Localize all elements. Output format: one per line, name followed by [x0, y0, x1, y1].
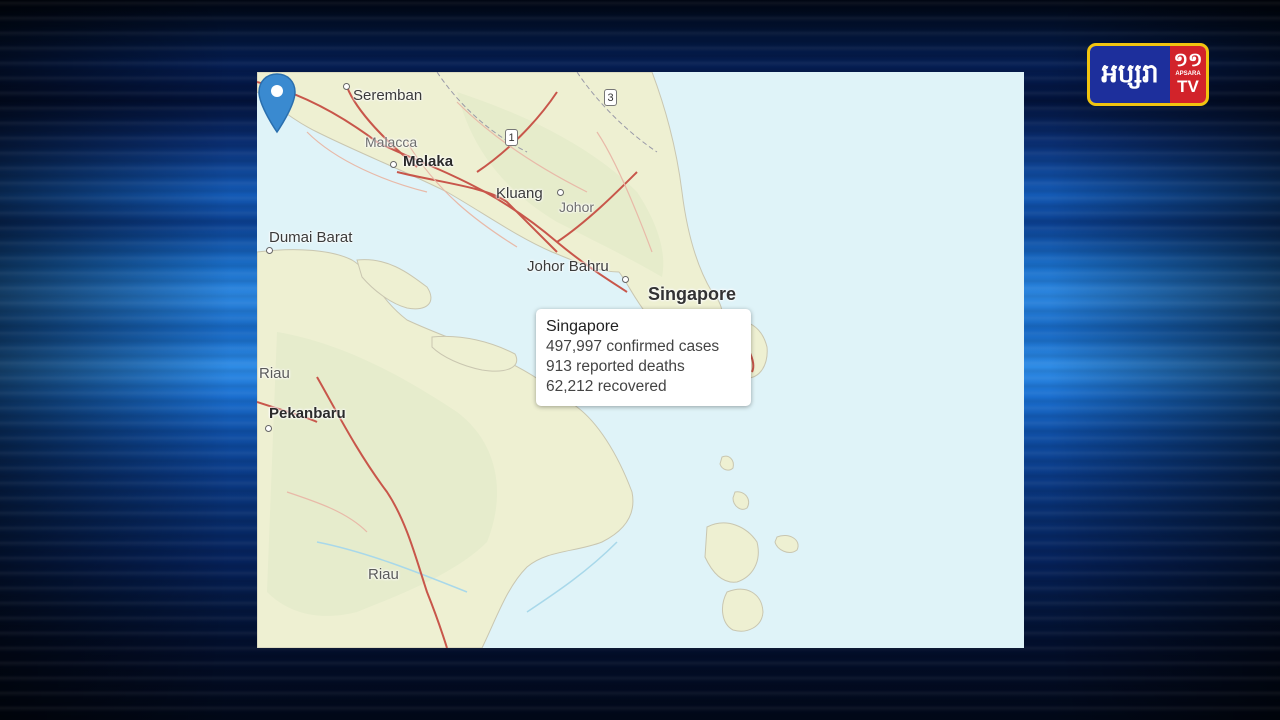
town-dot-dumai-barat	[266, 247, 273, 254]
label-dumai-barat: Dumai Barat	[269, 229, 353, 246]
label-melaka: Melaka	[403, 153, 454, 170]
town-dot-pekanbaru	[265, 425, 272, 432]
label-pekanbaru: Pekanbaru	[269, 405, 346, 422]
island-small-3	[774, 535, 799, 553]
island-lingga	[704, 522, 759, 583]
label-riau-west: Riau	[259, 365, 290, 382]
location-marker-icon[interactable]	[257, 72, 297, 134]
popup-reported-deaths: 913 reported deaths	[546, 358, 685, 375]
town-dot-kluang	[557, 189, 564, 196]
town-dot-melaka	[390, 161, 397, 168]
logo-khmer-text: អប្សរា	[1090, 46, 1170, 103]
label-malacca: Malacca	[365, 134, 418, 150]
island-small-1	[719, 455, 734, 471]
logo-channel-block: ១១ APSARA TV	[1170, 46, 1206, 103]
route-shield-3: 3	[604, 89, 617, 106]
route-shield-1: 1	[505, 129, 518, 146]
location-popup: Singapore 497,997 confirmed cases 913 re…	[536, 309, 751, 406]
label-riau-south: Riau	[368, 566, 399, 583]
island-singkep	[721, 588, 764, 632]
logo-tv: TV	[1177, 77, 1199, 96]
label-singapore: Singapore	[648, 284, 737, 304]
logo-channel-number: ១១	[1173, 49, 1203, 71]
town-dot-johor-bahru	[622, 276, 629, 283]
popup-confirmed-cases: 497,997 confirmed cases	[546, 338, 720, 355]
label-johor: Johor	[559, 199, 595, 215]
island-small-2	[732, 491, 750, 510]
popup-title: Singapore	[546, 318, 619, 335]
town-dot-seremban	[343, 83, 350, 90]
label-johor-bahru: Johor Bahru	[527, 258, 609, 275]
popup-recovered: 62,212 recovered	[546, 378, 667, 395]
map-view[interactable]: 3 1 Seremban Malacca Melaka Kluang Johor…	[257, 72, 1024, 648]
label-kluang: Kluang	[496, 185, 543, 202]
apsara-tv-logo: អប្សរា ១១ APSARA TV	[1087, 43, 1209, 106]
label-seremban: Seremban	[353, 87, 423, 104]
